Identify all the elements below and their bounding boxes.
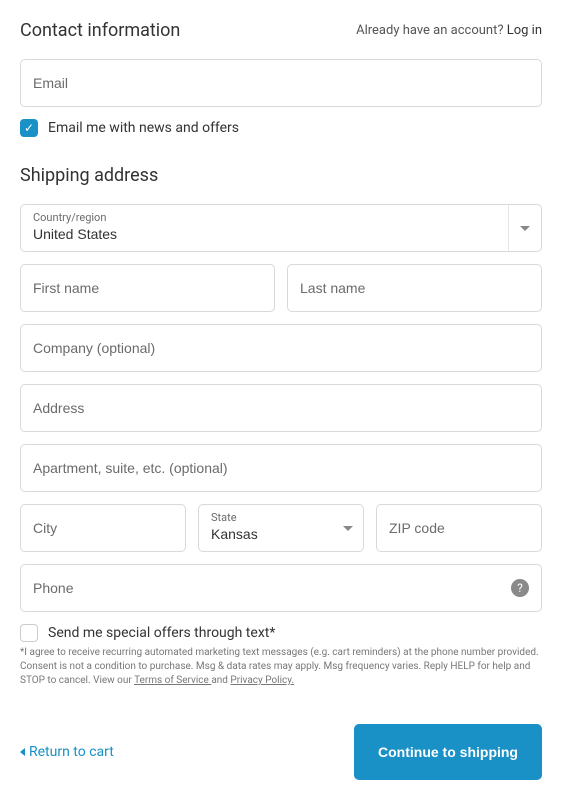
login-prompt-text: Already have an account? [356, 23, 503, 38]
zip-field[interactable] [389, 520, 529, 536]
last-name-field-wrapper[interactable] [287, 264, 542, 312]
news-checkbox[interactable]: ✓ [20, 119, 38, 137]
chevron-down-icon [520, 226, 530, 231]
news-checkbox-label: Email me with news and offers [48, 120, 239, 136]
state-select[interactable]: State [198, 504, 364, 552]
city-field-wrapper[interactable] [20, 504, 186, 552]
chevron-left-icon [20, 748, 25, 756]
last-name-field[interactable] [300, 280, 529, 296]
country-caret[interactable] [508, 205, 541, 251]
chevron-down-icon [343, 526, 353, 531]
phone-field[interactable] [33, 580, 503, 596]
apartment-field-wrapper[interactable] [20, 444, 542, 492]
company-field-wrapper[interactable] [20, 324, 542, 372]
apartment-field[interactable] [33, 460, 529, 476]
country-label: Country/region [33, 211, 106, 224]
country-value[interactable] [33, 226, 508, 242]
check-icon: ✓ [24, 122, 34, 134]
state-label: State [211, 511, 237, 524]
tos-link[interactable]: Terms of Service [134, 675, 211, 686]
city-field[interactable] [33, 520, 173, 536]
contact-heading: Contact information [20, 20, 180, 41]
login-prompt: Already have an account? Log in [356, 23, 542, 38]
state-caret[interactable] [333, 505, 363, 551]
country-select[interactable]: Country/region [20, 204, 542, 252]
sms-checkbox[interactable] [20, 624, 38, 642]
continue-button[interactable]: Continue to shipping [354, 724, 542, 780]
sms-checkbox-label: Send me special offers through text* [48, 625, 275, 641]
zip-field-wrapper[interactable] [376, 504, 542, 552]
login-link[interactable]: Log in [507, 23, 542, 38]
first-name-field[interactable] [33, 280, 262, 296]
email-field-wrapper[interactable] [20, 59, 542, 107]
company-field[interactable] [33, 340, 529, 356]
privacy-link[interactable]: Privacy Policy. [230, 675, 294, 686]
phone-help-icon[interactable]: ? [511, 579, 529, 597]
state-value[interactable] [211, 526, 333, 542]
address-field[interactable] [33, 400, 529, 416]
return-label: Return to cart [29, 744, 114, 760]
phone-field-wrapper[interactable]: ? [20, 564, 542, 612]
email-field[interactable] [33, 75, 529, 91]
address-field-wrapper[interactable] [20, 384, 542, 432]
first-name-field-wrapper[interactable] [20, 264, 275, 312]
fine-print-and: and [211, 675, 230, 686]
shipping-heading: Shipping address [20, 165, 542, 186]
return-to-cart-link[interactable]: Return to cart [20, 744, 114, 760]
fine-print: *I agree to receive recurring automated … [20, 646, 542, 688]
